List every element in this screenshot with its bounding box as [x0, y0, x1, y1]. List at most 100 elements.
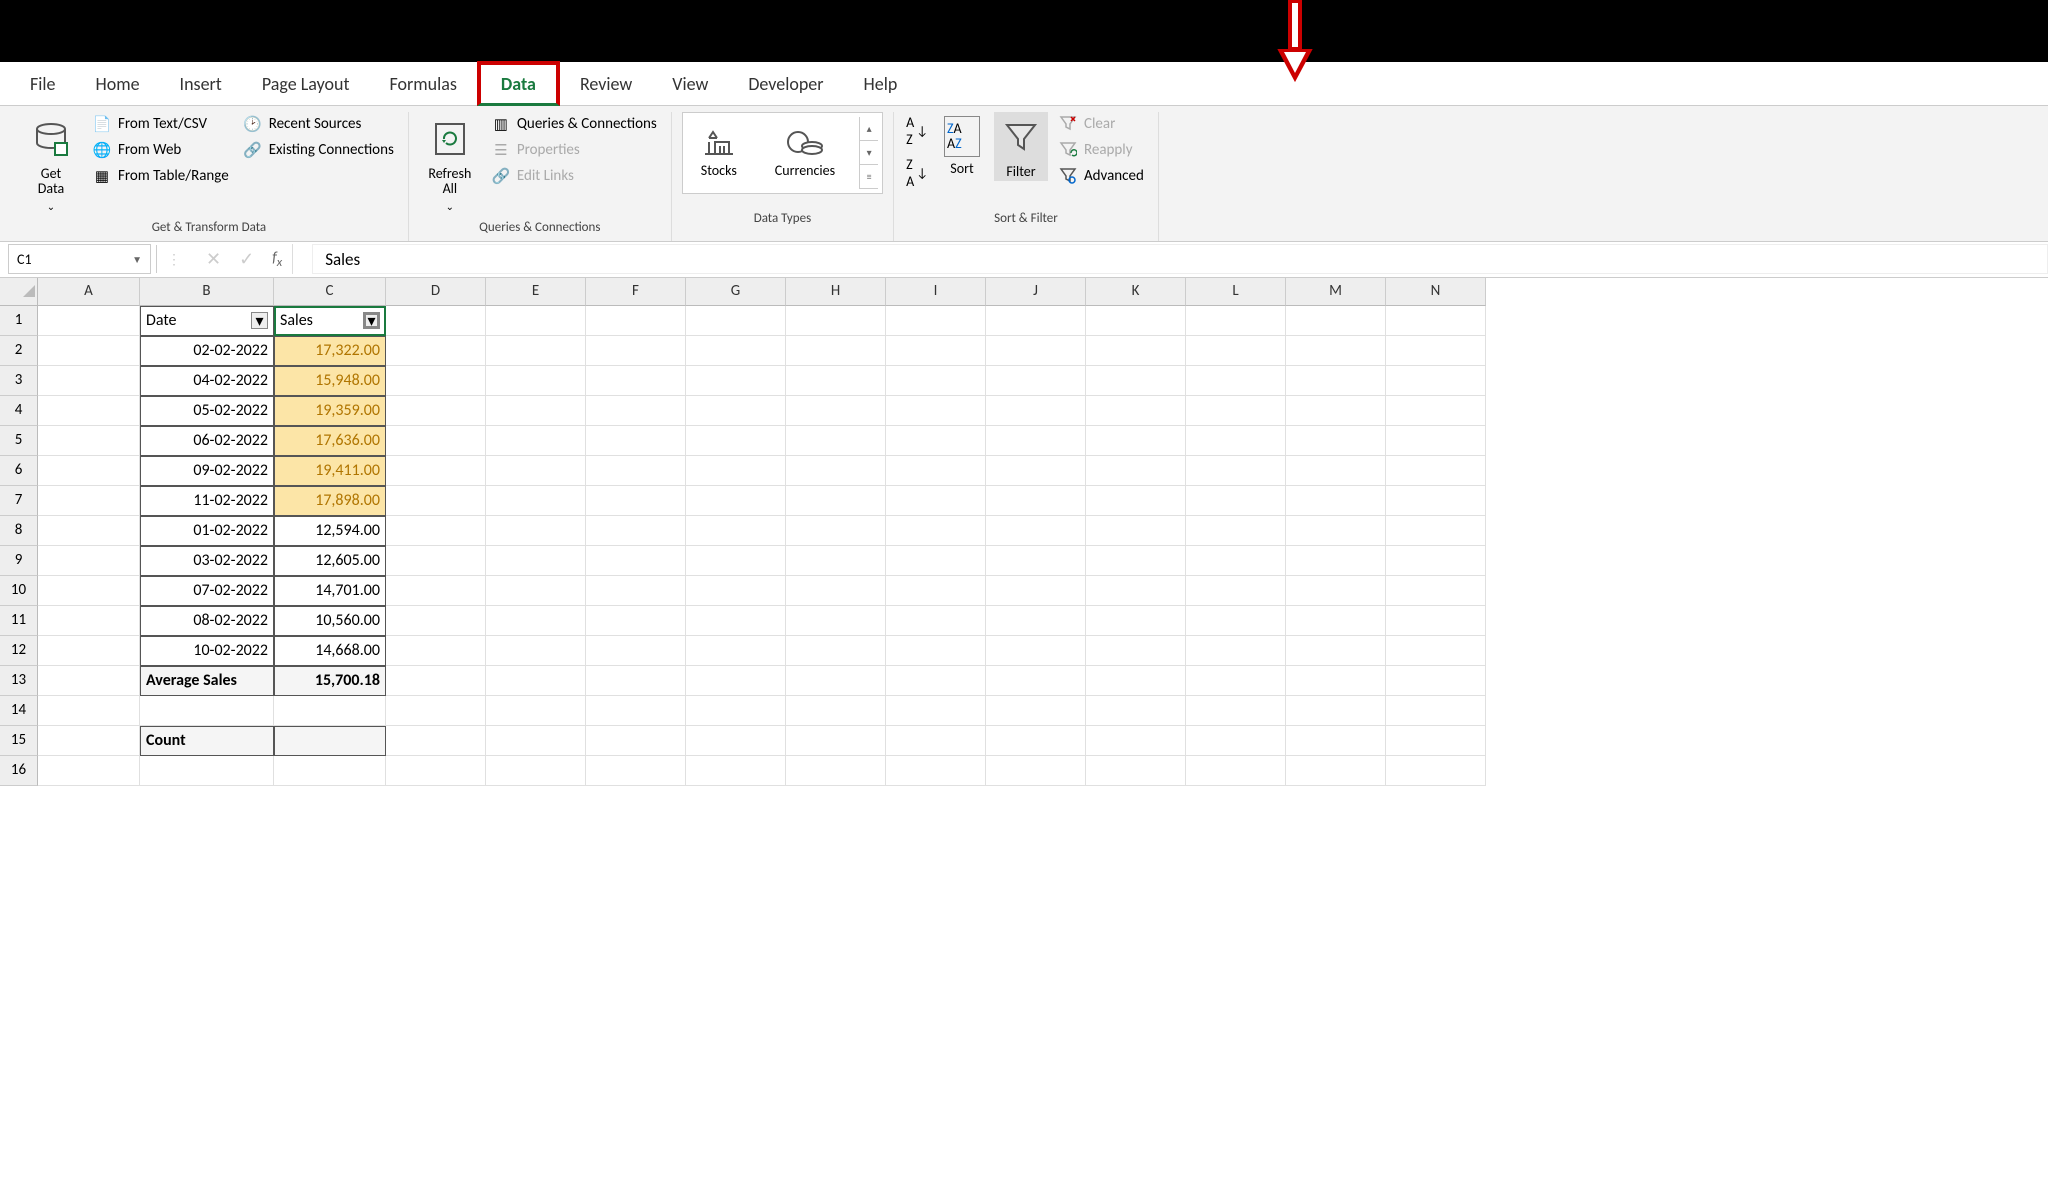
cell-B7[interactable]: 11-02-2022 — [140, 486, 274, 516]
cell-C8[interactable]: 12,594.00 — [274, 516, 386, 546]
cell-A12[interactable] — [38, 636, 140, 666]
row-header-15[interactable]: 15 — [0, 726, 38, 756]
cell-E13[interactable] — [486, 666, 586, 696]
cell-J5[interactable] — [986, 426, 1086, 456]
cell-E2[interactable] — [486, 336, 586, 366]
cell-M6[interactable] — [1286, 456, 1386, 486]
column-header-G[interactable]: G — [686, 278, 786, 306]
reapply-button[interactable]: Reapply — [1054, 138, 1148, 162]
column-header-M[interactable]: M — [1286, 278, 1386, 306]
tab-insert[interactable]: Insert — [160, 65, 242, 103]
cell-B1[interactable]: Date▾ — [140, 306, 274, 336]
cell-I8[interactable] — [886, 516, 986, 546]
cell-J7[interactable] — [986, 486, 1086, 516]
cell-K14[interactable] — [1086, 696, 1186, 726]
cell-E15[interactable] — [486, 726, 586, 756]
cell-F9[interactable] — [586, 546, 686, 576]
tab-page-layout[interactable]: Page Layout — [242, 65, 370, 103]
cell-C11[interactable]: 10,560.00 — [274, 606, 386, 636]
cell-J1[interactable] — [986, 306, 1086, 336]
cell-C2[interactable]: 17,322.00 — [274, 336, 386, 366]
cell-I13[interactable] — [886, 666, 986, 696]
cell-F6[interactable] — [586, 456, 686, 486]
cell-G11[interactable] — [686, 606, 786, 636]
cell-A1[interactable] — [38, 306, 140, 336]
cell-D12[interactable] — [386, 636, 486, 666]
cell-C5[interactable]: 17,636.00 — [274, 426, 386, 456]
formula-input[interactable]: Sales — [312, 244, 2048, 274]
cell-C15[interactable] — [274, 726, 386, 756]
cell-L3[interactable] — [1186, 366, 1286, 396]
cell-F12[interactable] — [586, 636, 686, 666]
cell-N10[interactable] — [1386, 576, 1486, 606]
advanced-filter-button[interactable]: Advanced — [1054, 164, 1148, 188]
fx-icon[interactable]: fx — [272, 244, 293, 274]
cell-M9[interactable] — [1286, 546, 1386, 576]
cell-E1[interactable] — [486, 306, 586, 336]
cell-H6[interactable] — [786, 456, 886, 486]
cell-F16[interactable] — [586, 756, 686, 786]
column-header-L[interactable]: L — [1186, 278, 1286, 306]
cell-D10[interactable] — [386, 576, 486, 606]
cell-H10[interactable] — [786, 576, 886, 606]
cell-G14[interactable] — [686, 696, 786, 726]
cell-H9[interactable] — [786, 546, 886, 576]
cell-F5[interactable] — [586, 426, 686, 456]
cell-A16[interactable] — [38, 756, 140, 786]
cell-N7[interactable] — [1386, 486, 1486, 516]
cell-M13[interactable] — [1286, 666, 1386, 696]
tab-developer[interactable]: Developer — [728, 65, 843, 103]
cell-I14[interactable] — [886, 696, 986, 726]
cell-I6[interactable] — [886, 456, 986, 486]
column-header-C[interactable]: C — [274, 278, 386, 306]
cell-H3[interactable] — [786, 366, 886, 396]
cell-C4[interactable]: 19,359.00 — [274, 396, 386, 426]
cell-B12[interactable]: 10-02-2022 — [140, 636, 274, 666]
cell-B4[interactable]: 05-02-2022 — [140, 396, 274, 426]
sort-ascending-button[interactable]: AZ↓ — [904, 112, 930, 150]
scroll-up-icon[interactable]: ▴ — [860, 117, 878, 141]
cell-K7[interactable] — [1086, 486, 1186, 516]
cell-A11[interactable] — [38, 606, 140, 636]
column-header-A[interactable]: A — [38, 278, 140, 306]
cell-J4[interactable] — [986, 396, 1086, 426]
cell-M11[interactable] — [1286, 606, 1386, 636]
queries-connections-button[interactable]: ▥ Queries & Connections — [487, 112, 661, 136]
row-header-11[interactable]: 11 — [0, 606, 38, 636]
cell-G16[interactable] — [686, 756, 786, 786]
cell-I3[interactable] — [886, 366, 986, 396]
cell-D14[interactable] — [386, 696, 486, 726]
cell-F8[interactable] — [586, 516, 686, 546]
currencies-button[interactable]: Currencies — [761, 126, 849, 181]
cell-M7[interactable] — [1286, 486, 1386, 516]
cell-L9[interactable] — [1186, 546, 1286, 576]
filter-button[interactable]: Filter — [994, 112, 1048, 181]
cell-N13[interactable] — [1386, 666, 1486, 696]
cell-A5[interactable] — [38, 426, 140, 456]
cell-F2[interactable] — [586, 336, 686, 366]
tab-view[interactable]: View — [652, 65, 728, 103]
cell-J3[interactable] — [986, 366, 1086, 396]
cell-A15[interactable] — [38, 726, 140, 756]
cell-C16[interactable] — [274, 756, 386, 786]
tab-review[interactable]: Review — [560, 65, 652, 103]
cell-D5[interactable] — [386, 426, 486, 456]
column-header-I[interactable]: I — [886, 278, 986, 306]
cell-N1[interactable] — [1386, 306, 1486, 336]
row-header-10[interactable]: 10 — [0, 576, 38, 606]
cell-M12[interactable] — [1286, 636, 1386, 666]
row-header-8[interactable]: 8 — [0, 516, 38, 546]
filter-dropdown-sales[interactable]: ▾ — [363, 312, 380, 329]
clear-filter-button[interactable]: Clear — [1054, 112, 1148, 136]
cell-B16[interactable] — [140, 756, 274, 786]
cell-K6[interactable] — [1086, 456, 1186, 486]
cell-A14[interactable] — [38, 696, 140, 726]
cell-K3[interactable] — [1086, 366, 1186, 396]
cell-M5[interactable] — [1286, 426, 1386, 456]
cell-I9[interactable] — [886, 546, 986, 576]
cell-J10[interactable] — [986, 576, 1086, 606]
cell-B6[interactable]: 09-02-2022 — [140, 456, 274, 486]
cell-C12[interactable]: 14,668.00 — [274, 636, 386, 666]
tab-home[interactable]: Home — [76, 65, 160, 103]
row-header-4[interactable]: 4 — [0, 396, 38, 426]
